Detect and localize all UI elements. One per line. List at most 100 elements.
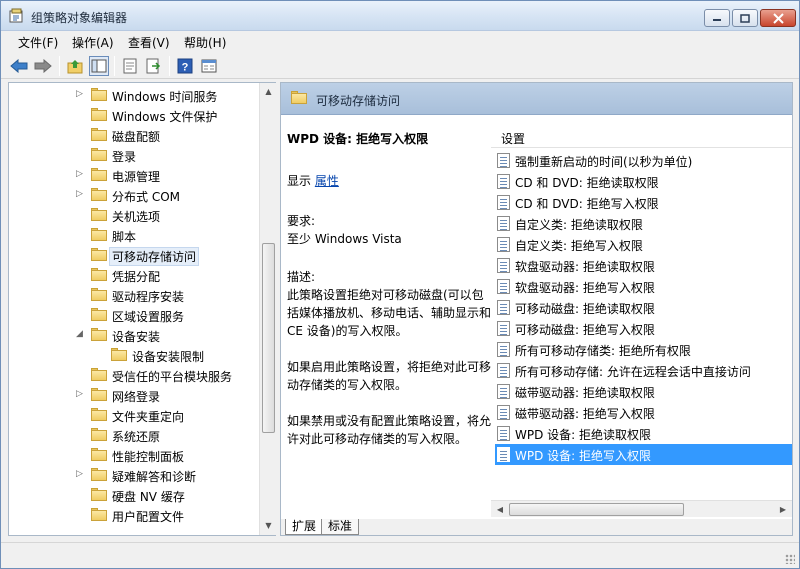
tree-item-label: 文件夹重定向 [112,410,185,424]
back-button[interactable] [9,56,29,76]
folder-icon [91,308,107,322]
properties-button[interactable] [120,56,140,76]
tree-item[interactable]: ▷ 分布式 COM [9,185,259,205]
tree-item[interactable]: 系统还原 [9,425,259,445]
collapse-arrow-icon[interactable]: ◢ [76,329,86,341]
tree-item-label: 设备安装限制 [132,350,205,364]
tree-item-label: 分布式 COM [112,190,180,204]
properties-link[interactable]: 属性 [315,174,339,188]
close-button[interactable] [760,9,796,27]
setting-row[interactable]: WPD 设备: 拒绝读取权限 [495,423,792,444]
export-list-button[interactable] [144,56,164,76]
setting-row[interactable]: CD 和 DVD: 拒绝写入权限 [495,192,792,213]
settings-horizontal-scrollbar[interactable]: ◀ ▶ [491,500,792,517]
tree-item[interactable]: 登录 [9,145,259,165]
tree-item[interactable]: 可移动存储访问 [9,245,259,266]
scroll-right-icon[interactable]: ▶ [775,502,791,517]
setting-row[interactable]: 自定义类: 拒绝读取权限 [495,213,792,234]
tree-item[interactable]: ◢ 设备安装 [9,325,259,345]
tree-pane[interactable]: ▷ Windows 时间服务 Windows 文件保护 磁盘配额 登录 ▷ 电源管理 ▷ 分布式… [8,82,276,536]
expand-arrow-icon[interactable]: ▷ [76,389,86,401]
policy-setting-icon [497,363,510,378]
help-button[interactable]: ? [175,56,195,76]
title-bar[interactable]: 组策略对象编辑器 [1,1,799,31]
back-arrow-icon [10,59,28,73]
show-text: 显示 [287,174,312,188]
menu-help[interactable]: 帮助(H) [184,34,226,51]
setting-row[interactable]: 软盘驱动器: 拒绝读取权限 [495,255,792,276]
show-hide-tree-button[interactable] [89,56,109,76]
setting-row[interactable]: 强制重新启动的时间(以秒为单位) [495,150,792,171]
tree-item[interactable]: ▷ 网络登录 [9,385,259,405]
tree-item[interactable]: 凭据分配 [9,265,259,285]
menu-view[interactable]: 查看(V) [128,34,170,51]
tab-extended[interactable]: 扩展 [285,519,324,535]
export-list-icon [146,58,161,74]
scroll-thumb[interactable] [262,243,275,433]
setting-label: 可移动磁盘: 拒绝写入权限 [515,323,655,337]
tree-item[interactable]: 驱动程序安装 [9,285,259,305]
tree-item[interactable]: 设备安装限制 [9,345,259,365]
expand-arrow-icon[interactable]: ▷ [76,189,86,201]
menu-file[interactable]: 文件(F) [18,34,58,51]
setting-row[interactable]: CD 和 DVD: 拒绝读取权限 [495,171,792,192]
menu-action[interactable]: 操作(A) [72,34,114,51]
tree-item[interactable]: 脚本 [9,225,259,245]
scroll-left-icon[interactable]: ◀ [492,502,508,517]
setting-row[interactable]: 所有可移动存储: 允许在远程会话中直接访问 [495,360,792,381]
policy-setting-icon [497,195,510,210]
setting-label: 磁带驱动器: 拒绝读取权限 [515,386,655,400]
tree-item[interactable]: ▷ 疑难解答和诊断 [9,465,259,485]
settings-column-header[interactable]: 设置 [491,126,792,148]
up-one-level-button[interactable] [65,56,85,76]
forward-button[interactable] [33,56,53,76]
folder-icon [91,488,107,502]
tree-item[interactable]: 受信任的平台模块服务 [9,365,259,385]
setting-row[interactable]: 所有可移动存储类: 拒绝所有权限 [495,339,792,360]
tree-item-label: 受信任的平台模块服务 [112,370,233,384]
setting-row[interactable]: 软盘驱动器: 拒绝写入权限 [495,276,792,297]
tree-item[interactable]: 磁盘配额 [9,125,259,145]
help-icon: ? [177,58,193,74]
scroll-up-icon[interactable]: ▲ [261,84,276,100]
policy-setting-icon [497,405,510,420]
tree-item[interactable]: 用户配置文件 [9,505,259,525]
tree-item[interactable]: 性能控制面板 [9,445,259,465]
setting-row[interactable]: 磁带驱动器: 拒绝写入权限 [495,402,792,423]
tree-vertical-scrollbar[interactable]: ▲ ▼ [259,83,276,535]
folder-icon [91,268,107,282]
expand-arrow-icon[interactable]: ▷ [76,89,86,101]
tree-item-label: 设备安装 [112,330,161,344]
policy-setting-icon [497,258,510,273]
folder-icon [91,148,107,162]
policy-setting-icon [497,384,510,399]
tree-item[interactable]: 文件夹重定向 [9,405,259,425]
setting-row[interactable]: 可移动磁盘: 拒绝写入权限 [495,318,792,339]
tree-item[interactable]: ▷ 电源管理 [9,165,259,185]
expand-arrow-icon[interactable]: ▷ [76,169,86,181]
details-folder-title: 可移动存储访问 [316,94,401,108]
policy-setting-icon [497,342,510,357]
tree-item[interactable]: 关机选项 [9,205,259,225]
scroll-down-icon[interactable]: ▼ [261,518,276,534]
tab-standard[interactable]: 标准 [321,519,360,535]
setting-row[interactable]: 可移动磁盘: 拒绝读取权限 [495,297,792,318]
tree-item-label: Windows 时间服务 [112,90,218,104]
view-button[interactable] [199,56,219,76]
tree-item[interactable]: 区域设置服务 [9,305,259,325]
tree-item[interactable]: ▷ Windows 时间服务 [9,85,259,105]
scroll-thumb[interactable] [509,503,684,516]
settings-column-label: 设置 [501,132,526,146]
tree-item-label: 性能控制面板 [112,450,185,464]
setting-row[interactable]: 磁带驱动器: 拒绝读取权限 [495,381,792,402]
setting-row[interactable]: WPD 设备: 拒绝写入权限 [495,444,792,465]
minimize-button[interactable] [704,9,730,27]
resize-grip-icon[interactable] [785,554,795,564]
maximize-button[interactable] [732,9,758,27]
expand-arrow-icon[interactable]: ▷ [76,469,86,481]
folder-icon [91,508,107,522]
tree-item[interactable]: 硬盘 NV 缓存 [9,485,259,505]
folder-icon [91,248,107,262]
setting-row[interactable]: 自定义类: 拒绝写入权限 [495,234,792,255]
tree-item[interactable]: Windows 文件保护 [9,105,259,125]
